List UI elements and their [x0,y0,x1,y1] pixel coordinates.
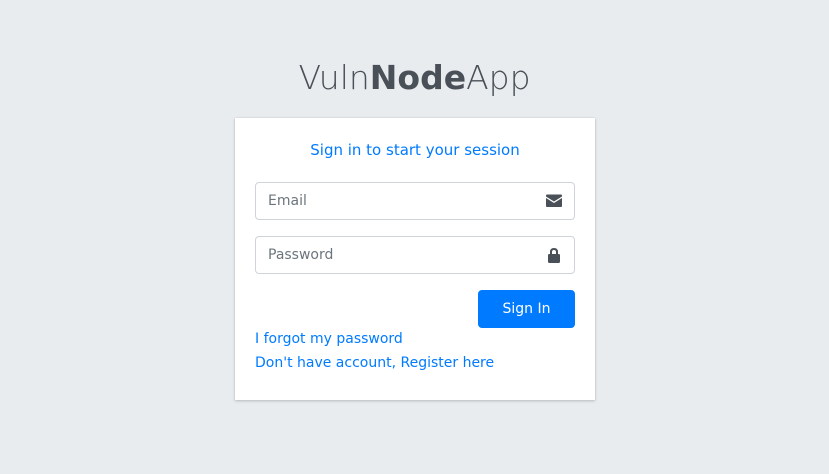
logo-text-vuln: Vuln [298,58,370,97]
register-link[interactable]: Don't have account, Register here [255,355,494,371]
envelope-icon [545,193,563,209]
logo-text-node: Node [369,58,467,97]
app-logo[interactable]: VulnNodeApp [0,58,829,97]
login-card: Sign in to start your session Sign In I … [235,118,595,400]
password-input-group [255,236,575,274]
lock-icon [545,247,563,263]
logo-text-app: App [466,58,531,97]
forgot-password-link[interactable]: I forgot my password [255,331,403,347]
login-message: Sign in to start your session [310,141,520,159]
sign-in-button[interactable]: Sign In [478,290,575,328]
password-input[interactable] [256,237,538,273]
email-input[interactable] [256,183,538,219]
email-input-group [255,182,575,220]
